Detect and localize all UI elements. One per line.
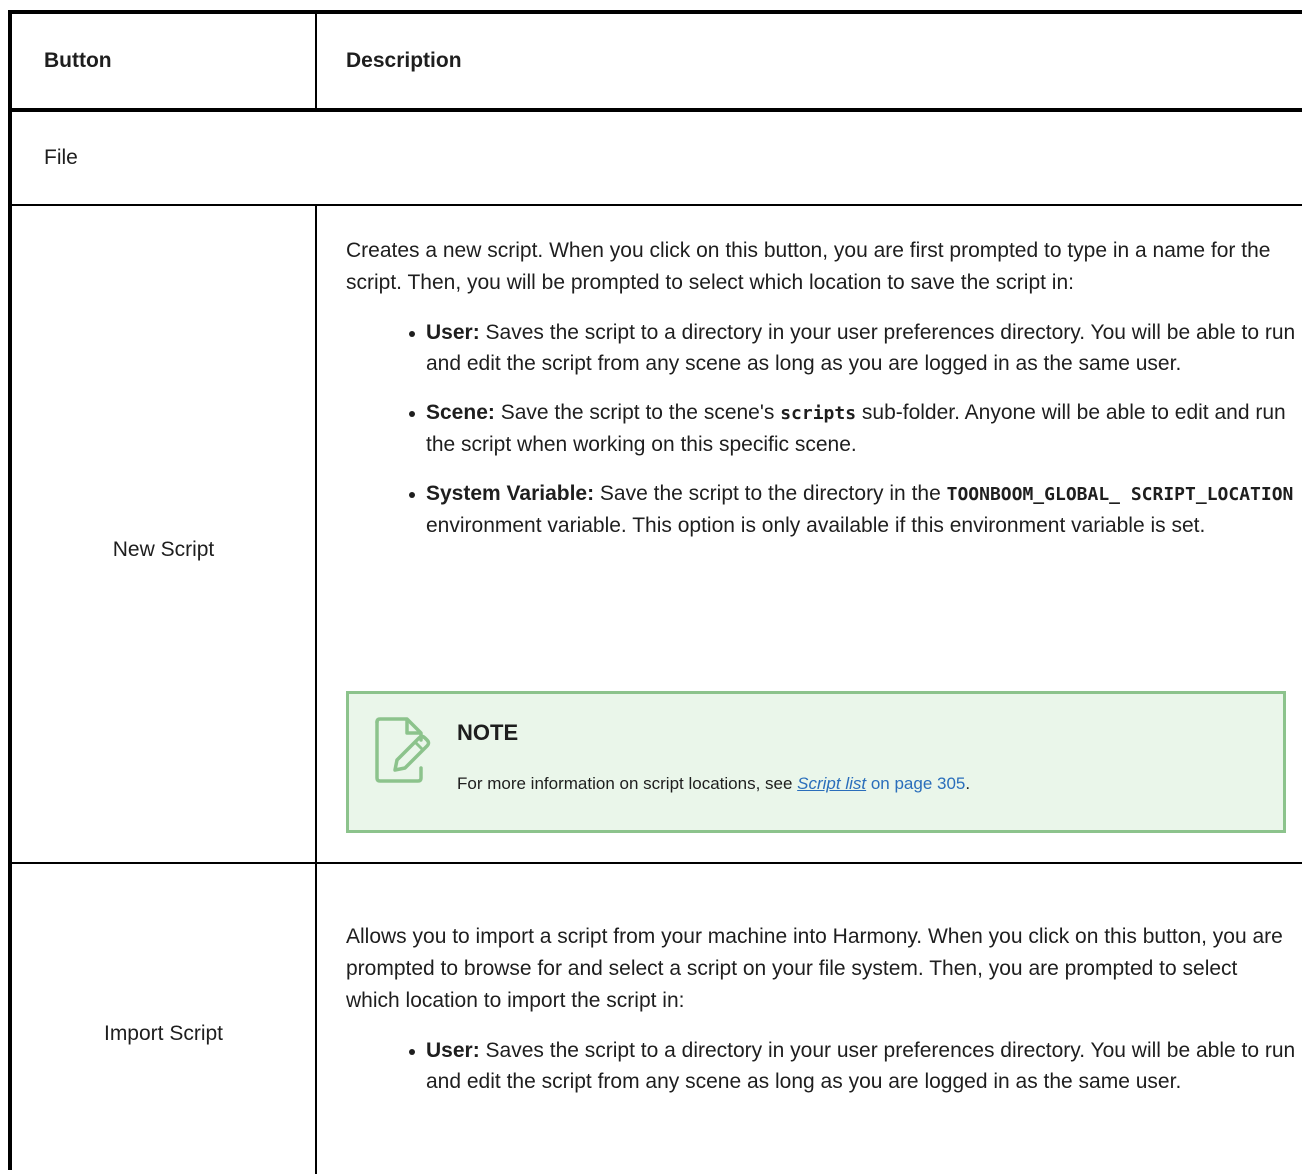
table-row: New Script Creates a new script. When yo… bbox=[12, 206, 1302, 864]
option-text: Saves the script to a directory in your … bbox=[426, 1039, 1296, 1093]
note-body: For more information on script locations… bbox=[457, 774, 970, 794]
header-button-label: Button bbox=[44, 49, 112, 72]
button-cell: Import Script bbox=[12, 864, 317, 1174]
script-buttons-table: Button Description File New Script Creat… bbox=[8, 10, 1302, 1174]
option-label: User: bbox=[426, 321, 480, 344]
section-title: File bbox=[44, 146, 78, 169]
description-cell: Allows you to import a script from your … bbox=[346, 921, 1296, 1097]
note-title: NOTE bbox=[457, 720, 519, 745]
list-item-system-variable: System Variable: Save the script to the … bbox=[409, 478, 1296, 541]
description-intro: Allows you to import a script from your … bbox=[346, 925, 1283, 1012]
note-icon bbox=[375, 717, 431, 783]
table-row: Import Script Allows you to import a scr… bbox=[12, 864, 1302, 1174]
option-text: Save the script to the scene's bbox=[494, 401, 781, 424]
option-label: System Variable: bbox=[426, 482, 595, 505]
location-options-list: User: Saves the script to a directory in… bbox=[409, 1035, 1296, 1097]
table-header-row: Button Description bbox=[12, 14, 1302, 112]
option-label: User: bbox=[426, 1039, 480, 1062]
button-cell: New Script bbox=[12, 206, 317, 862]
option-code: TOONBOOM_GLOBAL_ SCRIPT_LOCATION bbox=[946, 484, 1294, 505]
option-label: Scene: bbox=[426, 401, 495, 424]
script-list-link[interactable]: Script list bbox=[797, 774, 866, 793]
description-intro: Creates a new script. When you click on … bbox=[346, 239, 1271, 294]
note-box: NOTE For more information on script loca… bbox=[346, 691, 1286, 833]
header-description-label: Description bbox=[346, 49, 462, 72]
section-row-file: File bbox=[12, 112, 1302, 206]
option-text: Save the script to the directory in the bbox=[594, 482, 947, 505]
option-code: scripts bbox=[780, 403, 857, 424]
note-text: For more information on script locations… bbox=[457, 774, 798, 793]
header-cell-button: Button bbox=[12, 14, 317, 108]
page-reference-link[interactable]: on page 305 bbox=[866, 774, 966, 793]
location-options-list: User: Saves the script to a directory in… bbox=[409, 317, 1296, 541]
list-item-scene: Scene: Save the script to the scene's sc… bbox=[409, 397, 1296, 460]
button-name: Import Script bbox=[103, 1022, 224, 1045]
list-item-user: User: Saves the script to a directory in… bbox=[409, 317, 1296, 379]
option-text: Saves the script to a directory in your … bbox=[426, 321, 1296, 375]
option-text: environment variable. This option is onl… bbox=[426, 514, 1206, 537]
description-cell: Creates a new script. When you click on … bbox=[346, 235, 1296, 541]
button-name: New Script bbox=[112, 538, 215, 561]
list-item-user: User: Saves the script to a directory in… bbox=[409, 1035, 1296, 1097]
note-text-end: . bbox=[965, 774, 971, 793]
